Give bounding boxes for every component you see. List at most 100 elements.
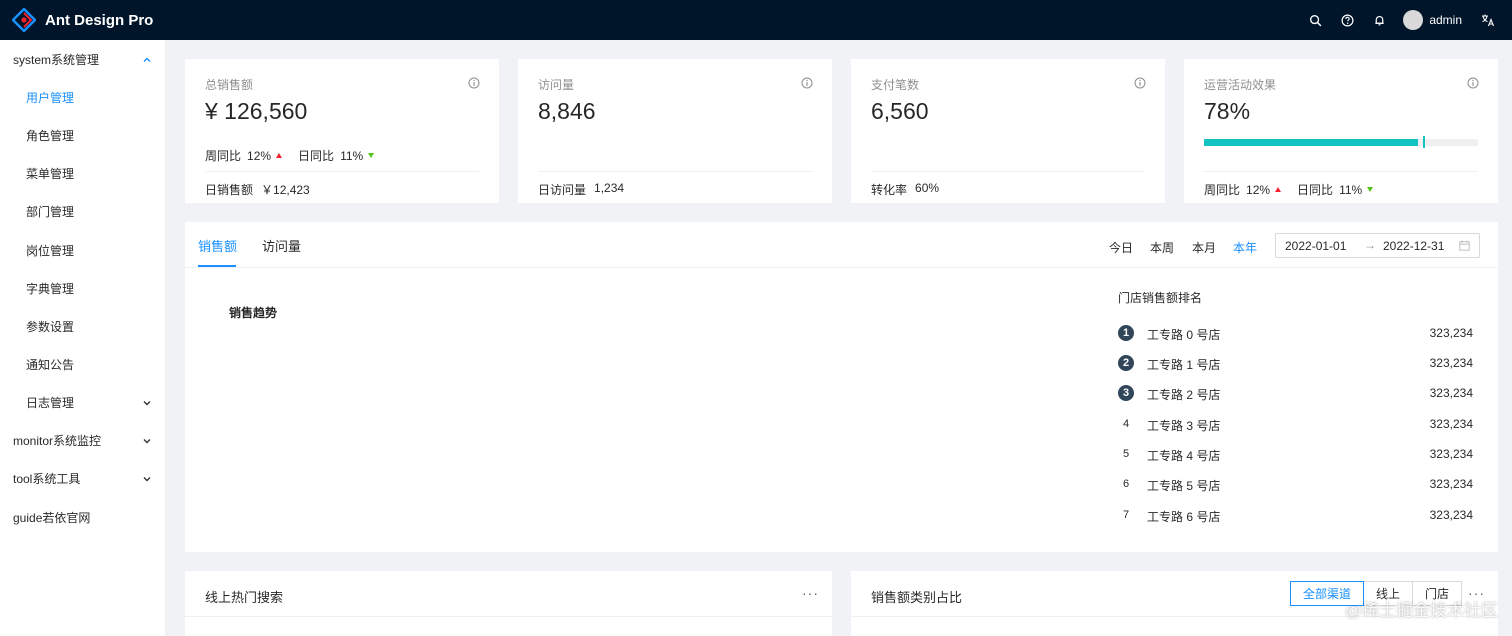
caret-up-icon: [276, 153, 283, 158]
chart-title: 销售趋势: [229, 306, 278, 320]
rank-value: 323,234: [1429, 477, 1473, 491]
day-trend-value: 11%: [340, 148, 364, 163]
sidebar-item-config[interactable]: 参数设置: [0, 307, 166, 345]
stat-title: 支付笔数: [871, 78, 920, 92]
rank-value: 323,234: [1429, 386, 1473, 400]
stat-value: 78%: [1204, 98, 1251, 124]
info-circle-icon[interactable]: [1134, 77, 1146, 89]
more-menu-icon[interactable]: ···: [802, 585, 819, 601]
rank-value: 323,234: [1429, 326, 1473, 340]
tab-sales[interactable]: 销售额: [198, 236, 237, 255]
progress-fill: [1204, 139, 1418, 146]
header-help-button[interactable]: [1331, 0, 1363, 40]
stat-footer: 日销售额 ￥12,423: [205, 181, 310, 198]
rank-value: 323,234: [1429, 508, 1473, 522]
header-search-button[interactable]: [1299, 0, 1331, 40]
rank-value: 323,234: [1429, 356, 1473, 370]
sidebar-item-guide[interactable]: guide若依官网: [0, 498, 166, 536]
translation-icon: [1482, 14, 1495, 27]
day-trend-label: 日同比: [1297, 183, 1334, 197]
language-switch-button[interactable]: [1478, 0, 1498, 40]
sidebar-item-label: tool系统工具: [13, 471, 81, 486]
footer-value: 60%: [915, 181, 940, 195]
divider: [871, 171, 1145, 172]
progress-target-marker: [1423, 136, 1426, 148]
rank-number: 5: [1122, 448, 1130, 460]
user-menu[interactable]: admin: [1403, 10, 1462, 30]
sidebar-item-tool[interactable]: tool系统工具: [0, 459, 166, 497]
question-circle-icon: [1341, 14, 1354, 26]
rank-item: 2 工专路 1 号店 323,234: [1118, 353, 1473, 373]
progress-bar: [1204, 136, 1478, 148]
sidebar-item-system[interactable]: system系统管理: [0, 40, 166, 78]
rank-store-name: 工专路 5 号店: [1147, 479, 1221, 493]
stat-card-total-sales: 总销售额 ¥ 126,560 周同比 12% 日同比 11% 日销售额 ￥12,…: [185, 59, 499, 203]
sales-tabs: 销售额 访问量 今日 本周 本月 本年 2022-01-01 → 2022-12…: [185, 222, 1498, 268]
sidebar-item-label: 日志管理: [26, 395, 75, 410]
sidebar-menu: system系统管理 用户管理 角色管理 菜单管理 部门管理 岗位管理 字典管理…: [0, 40, 166, 636]
sidebar-item-log[interactable]: 日志管理: [0, 383, 166, 421]
logo[interactable]: Ant Design Pro: [12, 8, 153, 32]
stat-title: 运营活动效果: [1204, 78, 1277, 92]
rank-title: 门店销售额排名: [1118, 291, 1203, 305]
rank-item: 4 工专路 3 号店 323,234: [1118, 414, 1473, 434]
rank-number: 7: [1122, 509, 1130, 521]
stat-value: 6,560: [871, 98, 929, 124]
chevron-down-icon: [142, 473, 152, 483]
sidebar-item-monitor[interactable]: monitor系统监控: [0, 421, 166, 459]
range-today[interactable]: 今日: [1109, 239, 1133, 256]
sidebar-item-label: 参数设置: [26, 319, 75, 334]
caret-down-icon: [368, 153, 375, 158]
date-range-picker[interactable]: 2022-01-01 → 2022-12-31: [1275, 233, 1480, 258]
top-header: Ant Design Pro admin: [0, 0, 1512, 40]
range-month[interactable]: 本月: [1192, 239, 1216, 256]
day-trend-value: 11%: [1339, 182, 1363, 197]
search-icon: [1309, 14, 1322, 26]
footer-label: 日销售额: [205, 183, 254, 197]
rank-store-name: 工专路 4 号店: [1147, 449, 1221, 463]
rank-number: 4: [1122, 418, 1130, 430]
header-notification-button[interactable]: [1363, 0, 1395, 40]
sidebar-item-label: system系统管理: [13, 52, 100, 67]
sidebar-item-role[interactable]: 角色管理: [0, 116, 166, 154]
date-end-input[interactable]: 2022-12-31: [1383, 239, 1444, 253]
footer-label: 日访问量: [538, 183, 587, 197]
sidebar-item-menu[interactable]: 菜单管理: [0, 154, 166, 192]
sidebar-item-label: monitor系统监控: [13, 433, 102, 448]
sidebar-item-post[interactable]: 岗位管理: [0, 231, 166, 269]
sidebar-item-notice[interactable]: 通知公告: [0, 345, 166, 383]
stat-card-visits: 访问量 8,846 日访问量 1,234: [518, 59, 832, 203]
chevron-up-icon: [142, 54, 152, 64]
rank-item: 5 工专路 4 号店 323,234: [1118, 444, 1473, 464]
info-circle-icon[interactable]: [1467, 77, 1479, 89]
caret-down-icon: [1367, 187, 1374, 192]
stat-title: 访问量: [538, 78, 575, 92]
sidebar-item-dict[interactable]: 字典管理: [0, 269, 166, 307]
info-circle-icon[interactable]: [801, 77, 813, 89]
sidebar-item-dept[interactable]: 部门管理: [0, 192, 166, 230]
rank-store-name: 工专路 3 号店: [1147, 419, 1221, 433]
info-circle-icon[interactable]: [468, 77, 480, 89]
range-year[interactable]: 本年: [1233, 239, 1257, 256]
tab-visits[interactable]: 访问量: [262, 236, 301, 255]
channel-all-button[interactable]: 全部渠道: [1290, 581, 1365, 606]
rank-item: 7 工专路 6 号店 323,234: [1118, 505, 1473, 525]
stat-card-payments: 支付笔数 6,560 转化率 60%: [851, 59, 1165, 203]
rank-number: 2: [1118, 355, 1134, 371]
week-trend-value: 12%: [247, 148, 272, 163]
range-week[interactable]: 本周: [1150, 239, 1174, 256]
stat-value: ¥ 126,560: [205, 98, 308, 124]
sidebar-item-user[interactable]: 用户管理: [0, 78, 166, 116]
card-title: 线上热门搜索: [205, 590, 284, 605]
avatar: [1403, 10, 1424, 30]
sidebar-item-label: 菜单管理: [26, 166, 75, 181]
date-start-input[interactable]: 2022-01-01: [1285, 239, 1346, 253]
caret-up-icon: [1275, 187, 1282, 192]
rank-store-name: 工专路 0 号店: [1147, 328, 1221, 342]
sidebar-item-label: guide若依官网: [13, 510, 91, 525]
sidebar-item-label: 岗位管理: [26, 243, 75, 258]
rank-store-name: 工专路 2 号店: [1147, 388, 1221, 402]
calendar-icon: [1459, 240, 1470, 251]
rank-value: 323,234: [1429, 417, 1473, 431]
sidebar-item-label: 部门管理: [26, 204, 75, 219]
